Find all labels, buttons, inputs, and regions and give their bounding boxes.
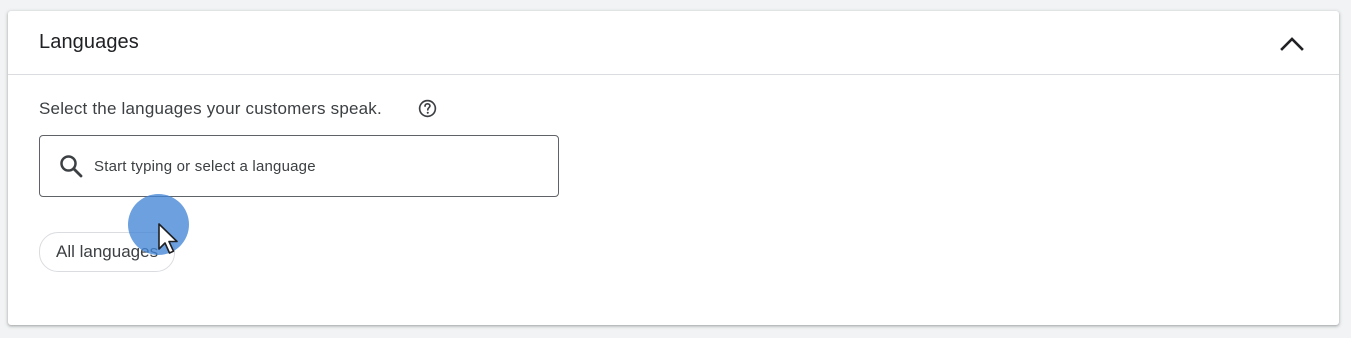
search-icon — [60, 155, 83, 178]
help-circle-icon[interactable] — [417, 98, 438, 119]
chevron-up-icon — [1280, 37, 1304, 51]
all-languages-chip[interactable]: All languages — [39, 232, 176, 272]
language-search-input[interactable] — [94, 150, 534, 182]
section-title: Languages — [39, 31, 139, 53]
section-description: Select the languages your customers spea… — [39, 99, 382, 118]
languages-card: Languages Select the languages your cust… — [8, 11, 1339, 325]
card-header[interactable]: Languages — [8, 11, 1339, 75]
collapse-button[interactable] — [1276, 28, 1308, 60]
language-search-box[interactable] — [39, 135, 559, 197]
